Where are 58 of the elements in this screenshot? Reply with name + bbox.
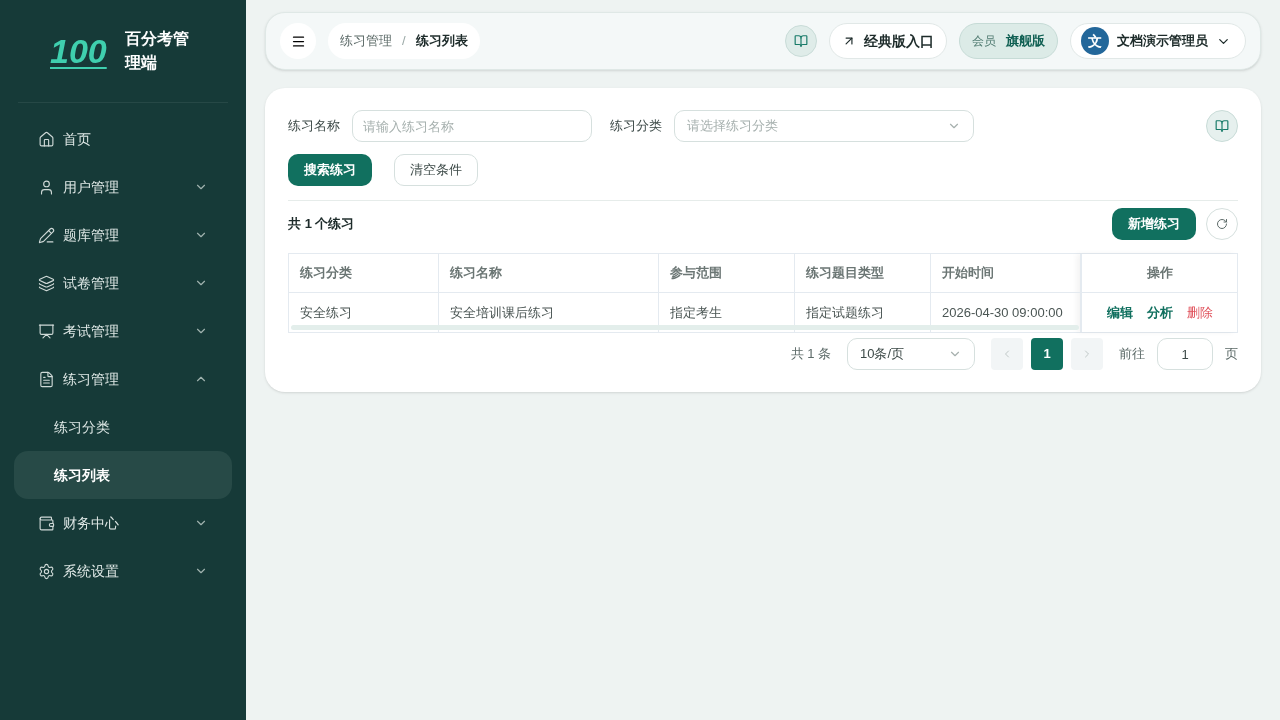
sidebar-item[interactable]: 题库管理	[0, 211, 246, 259]
document-icon	[38, 370, 55, 388]
action-link[interactable]: 删除	[1186, 302, 1213, 323]
pencil-icon	[38, 226, 55, 244]
column-header: 操作	[1082, 254, 1237, 293]
page-input-field[interactable]: 1	[1157, 338, 1213, 370]
presentation-board-icon	[38, 322, 55, 340]
member-label: 会员	[972, 33, 996, 50]
refresh-icon	[1216, 218, 1228, 230]
user-menu-button[interactable]: 文 文档演示管理员	[1070, 23, 1246, 59]
classic-link-button[interactable]: 经典版入口	[829, 23, 947, 59]
logo: 100	[50, 34, 107, 68]
action-link[interactable]: 分析	[1146, 302, 1173, 323]
page-suffix: 页	[1225, 345, 1238, 364]
avatar: 文	[1081, 27, 1109, 55]
sidebar-item[interactable]: 系统设置	[0, 547, 246, 595]
column-header: 开始时间	[931, 254, 1081, 292]
sidebar-item[interactable]: 财务中心	[0, 499, 246, 547]
menu-icon	[290, 33, 306, 49]
sidebar-subitem[interactable]: 练习列表	[14, 451, 232, 499]
breadcrumb-item: 练习列表	[415, 32, 468, 51]
total-count: 共 1 条	[790, 345, 831, 364]
page-size-select[interactable]: 10条/页	[847, 338, 975, 370]
name-input-field[interactable]: 请输入练习名称	[352, 110, 592, 142]
clear-button[interactable]: 清空条件	[394, 154, 478, 186]
house-icon	[38, 130, 55, 148]
user-icon	[38, 178, 55, 196]
sidebar-item[interactable]: 试卷管理	[0, 259, 246, 307]
settings-icon	[38, 562, 55, 580]
column-header: 练习题目类型	[795, 254, 931, 292]
horizontal-scrollbar[interactable]	[291, 325, 1079, 330]
sidebar-item[interactable]: 考试管理	[0, 307, 246, 355]
app-title: 百分考管理端	[124, 29, 190, 73]
add-button[interactable]: 新增练习	[1112, 208, 1196, 240]
book-icon	[1215, 119, 1229, 133]
menu-button[interactable]	[280, 23, 316, 59]
goto-label: 前往	[1119, 345, 1145, 364]
action-link[interactable]: 编辑	[1106, 302, 1133, 323]
page-button[interactable]: 1	[1031, 338, 1063, 370]
field-label: 练习名称	[288, 117, 340, 136]
search-button[interactable]: 搜索练习	[288, 154, 372, 186]
field-label: 练习分类	[610, 117, 662, 136]
breadcrumb-separator: /	[402, 32, 406, 51]
sidebar-subitem[interactable]: 练习分类	[14, 403, 232, 451]
breadcrumb-item[interactable]: 练习管理	[340, 31, 392, 51]
stack-icon	[38, 274, 55, 292]
sidebar-item[interactable]: 用户管理	[0, 163, 246, 211]
member-level: 旗舰版	[1006, 32, 1045, 51]
wallet-icon	[38, 514, 55, 532]
column-header: 练习名称	[439, 254, 659, 292]
sidebar-item[interactable]: 首页	[0, 115, 246, 163]
book-button[interactable]	[785, 25, 817, 57]
column-header: 参与范围	[659, 254, 795, 292]
column-header: 练习分类	[289, 254, 439, 292]
result-count: 共 1 个练习	[288, 215, 355, 234]
book-button[interactable]	[1206, 110, 1238, 142]
sidebar-item[interactable]: 练习管理	[0, 355, 246, 403]
book-icon	[794, 34, 808, 48]
